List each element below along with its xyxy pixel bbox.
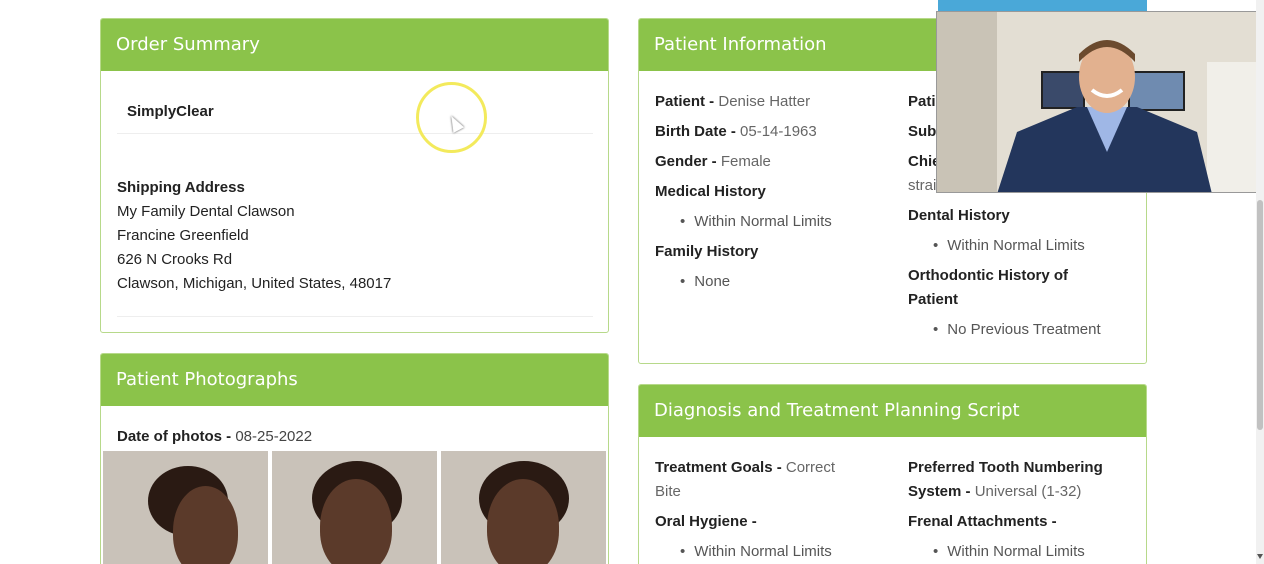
patient-value: Denise Hatter — [718, 93, 811, 110]
partial-field: Sub — [908, 123, 937, 140]
divider — [117, 133, 593, 134]
tooth-numbering-label-2: System - — [908, 483, 971, 500]
medical-history-item: Within Normal Limits — [680, 210, 832, 234]
patient-name: Patient - Denise Hatter — [655, 90, 810, 114]
partial-field: Pati — [908, 93, 936, 110]
face-shape — [487, 479, 559, 564]
patient-photo-frontal[interactable] — [272, 451, 437, 564]
scrollbar-thumb[interactable] — [1257, 200, 1263, 430]
face-shape — [320, 479, 392, 564]
blue-bar — [938, 0, 1147, 11]
patient-photo-profile[interactable] — [103, 451, 268, 564]
date-of-photos-value: 08-25-2022 — [235, 428, 313, 445]
birth-date: Birth Date - 05-14-1963 — [655, 120, 817, 144]
patient-photo-smile[interactable] — [441, 451, 606, 564]
treatment-goals-value: Correct — [785, 459, 836, 476]
divider — [117, 316, 593, 317]
oral-hygiene-item: Within Normal Limits — [680, 540, 832, 564]
diagnosis-title: Diagnosis and Treatment Planning Script — [639, 385, 1146, 437]
gender-label: Gender - — [655, 153, 717, 170]
birth-date-value: 05-14-1963 — [740, 123, 817, 140]
webcam-overlay — [936, 11, 1259, 193]
treatment-goals-label: Treatment Goals - — [655, 459, 782, 476]
date-of-photos: Date of photos - 08-25-2022 — [117, 425, 312, 449]
patient-photographs-title: Patient Photographs — [101, 354, 608, 406]
order-summary-title: Order Summary — [101, 19, 608, 71]
gender-value: Female — [720, 153, 771, 170]
orthodontic-history-label: Orthodontic History of — [908, 267, 1068, 284]
address-line: Clawson, Michigan, United States, 48017 — [117, 275, 392, 292]
family-history-label: Family History — [655, 243, 759, 260]
orthodontic-history-label-2: Patient — [908, 291, 959, 308]
birth-date-label: Birth Date - — [655, 123, 736, 140]
gender: Gender - Female — [655, 150, 771, 174]
oral-hygiene-label: Oral Hygiene - — [655, 513, 757, 530]
tooth-numbering-value: Universal (1-32) — [974, 483, 1082, 500]
frenal-attachments-item: Within Normal Limits — [933, 540, 1085, 564]
patient-label: Patient - — [655, 93, 715, 110]
product-name: SimplyClear — [127, 103, 214, 120]
orthodontic-history-item: No Previous Treatment — [933, 318, 1100, 342]
scroll-down-arrow-icon[interactable] — [1257, 554, 1263, 559]
date-of-photos-label: Date of photos - — [117, 428, 232, 445]
family-history-item: None — [680, 270, 730, 294]
treatment-goals-value-2: Bite — [655, 483, 681, 500]
address-line: My Family Dental Clawson — [117, 203, 295, 220]
frenal-attachments-label: Frenal Attachments - — [908, 513, 1057, 530]
face-shape — [173, 486, 238, 564]
address-line: Francine Greenfield — [117, 227, 249, 244]
address-line: 626 N Crooks Rd — [117, 251, 233, 268]
treatment-goals: Treatment Goals - Correct — [655, 456, 835, 480]
shipping-address-label: Shipping Address — [117, 179, 245, 196]
webcam-presenter-image — [937, 12, 1258, 192]
dental-history-item: Within Normal Limits — [933, 234, 1085, 258]
tooth-numbering-label: Preferred Tooth Numbering — [908, 459, 1103, 476]
medical-history-label: Medical History — [655, 183, 766, 200]
dental-history-label: Dental History — [908, 207, 1010, 224]
tooth-numbering-system: System - Universal (1-32) — [908, 480, 1081, 504]
